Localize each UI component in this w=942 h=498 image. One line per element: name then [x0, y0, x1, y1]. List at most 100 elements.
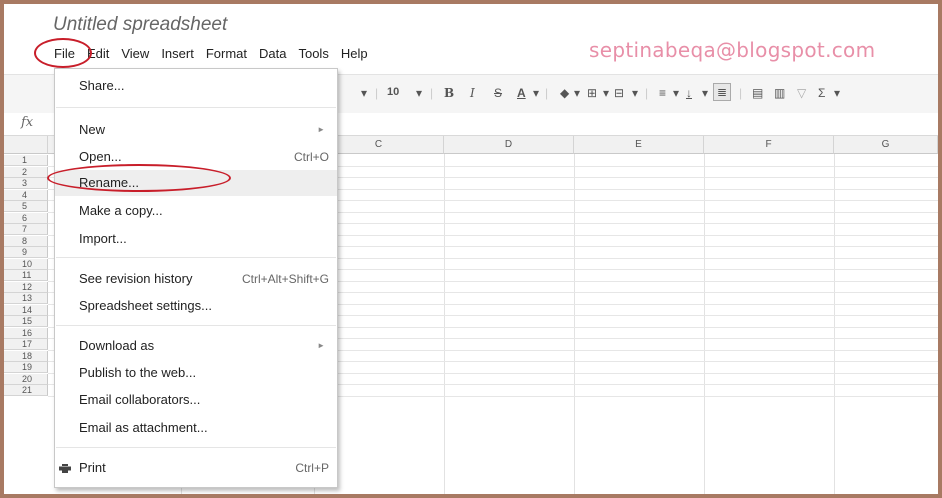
- row-header[interactable]: 6: [4, 212, 48, 224]
- menu-item-new[interactable]: New ►: [55, 117, 337, 143]
- menu-item-publish[interactable]: Publish to the web...: [55, 360, 337, 386]
- screenshot-frame: Untitled spreadsheet File Edit View Inse…: [4, 4, 938, 494]
- annotation-circle-file: [34, 38, 92, 68]
- printer-icon: [59, 464, 71, 473]
- submenu-arrow-icon: ►: [317, 341, 325, 350]
- row-header[interactable]: 21: [4, 385, 48, 396]
- menu-data[interactable]: Data: [253, 45, 292, 63]
- row-header[interactable]: 9: [4, 247, 48, 258]
- submenu-arrow-icon: ►: [317, 125, 325, 134]
- row-header[interactable]: 14: [4, 304, 48, 316]
- shortcut-label: Ctrl+O: [293, 150, 329, 164]
- dropdown-arrow-icon[interactable]: ▾: [632, 86, 638, 100]
- dropdown-arrow-icon[interactable]: ▾: [361, 86, 367, 100]
- column-divider: [444, 154, 445, 494]
- fill-color-icon[interactable]: ◆: [560, 86, 569, 100]
- column-header-f[interactable]: F: [704, 136, 834, 154]
- row-header[interactable]: 5: [4, 201, 48, 212]
- file-menu-dropdown: Share... New ► Open... Ctrl+O Rename... Ma…: [54, 68, 338, 488]
- wrap-text-icon[interactable]: ≣: [713, 83, 732, 101]
- menu-separator: [56, 447, 336, 448]
- row-header[interactable]: 16: [4, 327, 48, 339]
- menu-item-email-attachment[interactable]: Email as attachment...: [55, 415, 337, 441]
- menu-item-label: Spreadsheet settings...: [79, 298, 212, 313]
- bold-button[interactable]: B: [444, 86, 454, 100]
- column-header-g[interactable]: G: [834, 136, 938, 154]
- align-icon[interactable]: ≡: [659, 86, 666, 100]
- valign-icon[interactable]: ↓: [686, 86, 692, 100]
- dropdown-arrow-icon[interactable]: ▾: [702, 86, 708, 100]
- chart-icon[interactable]: ▥: [774, 86, 785, 100]
- menu-item-label: Make a copy...: [79, 203, 163, 218]
- row-header[interactable]: 17: [4, 339, 48, 350]
- functions-button[interactable]: Σ: [818, 86, 825, 100]
- dropdown-arrow-icon[interactable]: ▾: [834, 86, 840, 100]
- row-header[interactable]: 7: [4, 224, 48, 235]
- column-header-d[interactable]: D: [444, 136, 574, 154]
- document-title[interactable]: Untitled spreadsheet: [53, 14, 227, 36]
- row-header[interactable]: 2: [4, 166, 48, 178]
- row-header[interactable]: 1: [4, 155, 48, 166]
- menu-item-print[interactable]: Print Ctrl+P: [55, 455, 337, 481]
- row-header[interactable]: 4: [4, 189, 48, 201]
- menu-item-label: Email collaborators...: [79, 392, 201, 407]
- row-header[interactable]: 15: [4, 316, 48, 327]
- menu-item-share[interactable]: Share...: [55, 73, 337, 99]
- borders-icon[interactable]: ⊞: [587, 86, 597, 100]
- menu-item-email-collaborators[interactable]: Email collaborators...: [55, 387, 337, 413]
- menu-item-label: See revision history: [79, 271, 193, 286]
- row-header[interactable]: 18: [4, 350, 48, 362]
- menu-insert[interactable]: Insert: [155, 45, 200, 63]
- shortcut-label: Ctrl+P: [295, 461, 329, 475]
- annotation-circle-rename: [47, 164, 231, 192]
- menu-bar: File Edit View Insert Format Data Tools …: [48, 45, 374, 63]
- merge-cells-icon[interactable]: ⊟: [614, 86, 624, 100]
- filter-icon[interactable]: ▽: [797, 86, 806, 100]
- column-divider: [704, 154, 705, 494]
- comment-icon[interactable]: ▤: [752, 86, 763, 100]
- row-header[interactable]: 20: [4, 373, 48, 385]
- column-divider: [834, 154, 835, 494]
- menu-item-label: Download as: [79, 338, 155, 353]
- shortcut-label: Ctrl+Alt+Shift+G: [241, 272, 329, 286]
- strikethrough-button[interactable]: S: [494, 86, 502, 100]
- menu-tools[interactable]: Tools: [292, 45, 334, 63]
- dropdown-arrow-icon[interactable]: ▾: [574, 86, 580, 100]
- row-header[interactable]: 11: [4, 270, 48, 281]
- row-header[interactable]: 8: [4, 235, 48, 247]
- menu-item-spreadsheet-settings[interactable]: Spreadsheet settings...: [55, 293, 337, 319]
- watermark: septinabeqa@blogspot.com: [589, 38, 876, 62]
- toolbar-divider: |: [645, 86, 649, 100]
- row-header[interactable]: 3: [4, 178, 48, 189]
- column-divider: [574, 154, 575, 494]
- menu-item-import[interactable]: Import...: [55, 226, 337, 252]
- italic-button[interactable]: I: [470, 86, 475, 100]
- menu-item-label: Publish to the web...: [79, 365, 197, 380]
- fx-icon: fx: [21, 115, 34, 130]
- dropdown-arrow-icon[interactable]: ▾: [673, 86, 679, 100]
- toolbar-divider: |: [545, 86, 549, 100]
- select-all-corner[interactable]: [4, 136, 48, 154]
- dropdown-arrow-icon[interactable]: ▾: [533, 86, 539, 100]
- menu-item-revision-history[interactable]: See revision history Ctrl+Alt+Shift+G: [55, 266, 337, 292]
- text-color-button[interactable]: A: [517, 86, 526, 100]
- column-header-e[interactable]: E: [574, 136, 704, 154]
- toolbar-divider: |: [739, 86, 743, 100]
- menu-item-label: Print: [79, 460, 106, 475]
- menu-view[interactable]: View: [115, 45, 155, 63]
- toolbar-divider: |: [430, 86, 434, 100]
- row-header[interactable]: 12: [4, 281, 48, 293]
- toolbar-divider: |: [375, 86, 379, 100]
- menu-item-make-copy[interactable]: Make a copy...: [55, 198, 337, 224]
- row-header[interactable]: 10: [4, 258, 48, 270]
- menu-help[interactable]: Help: [335, 45, 374, 63]
- menu-format[interactable]: Format: [200, 45, 253, 63]
- font-size-select[interactable]: 10: [387, 86, 399, 98]
- menu-item-label: Import...: [79, 231, 127, 246]
- menu-item-label: New: [79, 122, 106, 137]
- row-header[interactable]: 19: [4, 362, 48, 373]
- dropdown-arrow-icon[interactable]: ▾: [416, 86, 422, 100]
- dropdown-arrow-icon[interactable]: ▾: [603, 86, 609, 100]
- menu-item-download-as[interactable]: Download as ►: [55, 333, 337, 359]
- row-header[interactable]: 13: [4, 293, 48, 304]
